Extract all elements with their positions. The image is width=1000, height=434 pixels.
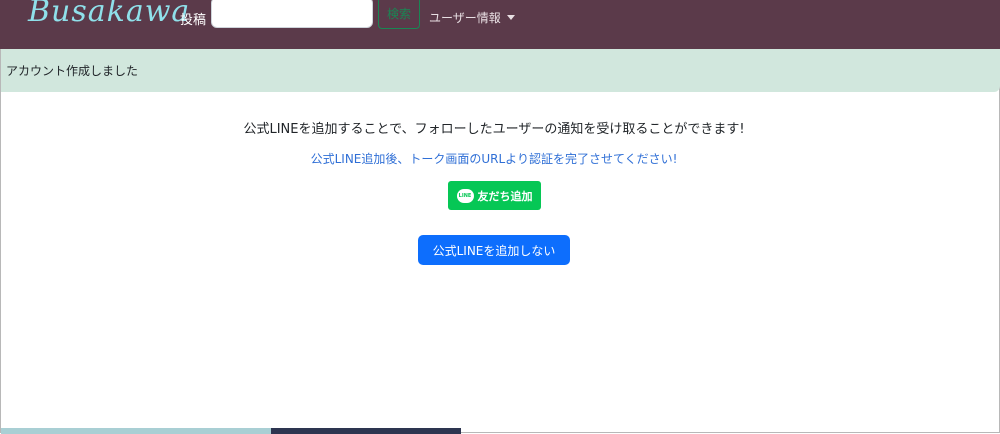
post-label: 投稿 [180, 13, 207, 28]
user-info-dropdown[interactable]: ユーザー情報 [429, 9, 515, 26]
line-info-text: 公式LINEを追加することで、フォローしたユーザーの通知を受け取ることができます… [243, 122, 745, 137]
line-button-label: 友だち追加 [477, 189, 533, 203]
skip-line-button[interactable]: 公式LINEを追加しない [418, 235, 570, 265]
search-button[interactable]: 検索 [378, 0, 420, 29]
success-alert: アカウント作成しました [1, 49, 1000, 92]
caret-down-icon [506, 15, 515, 20]
user-info-label: ユーザー情報 [429, 11, 501, 25]
bottom-preview-strip-dark [271, 428, 461, 434]
line-add-friend-button[interactable]: LINE 友だち追加 [448, 181, 541, 210]
brand-logo[interactable]: Busakawa [28, 0, 190, 29]
bottom-preview-strip [1, 428, 271, 434]
alert-message: アカウント作成しました [6, 64, 139, 78]
line-instruction-text: 公式LINE追加後、トーク画面のURLより認証を完了させてください! [310, 152, 678, 166]
search-input[interactable] [211, 0, 373, 28]
line-icon: LINE [456, 188, 474, 203]
navbar: Busakawa 投稿 検索 ユーザー情報 [0, 0, 1000, 49]
